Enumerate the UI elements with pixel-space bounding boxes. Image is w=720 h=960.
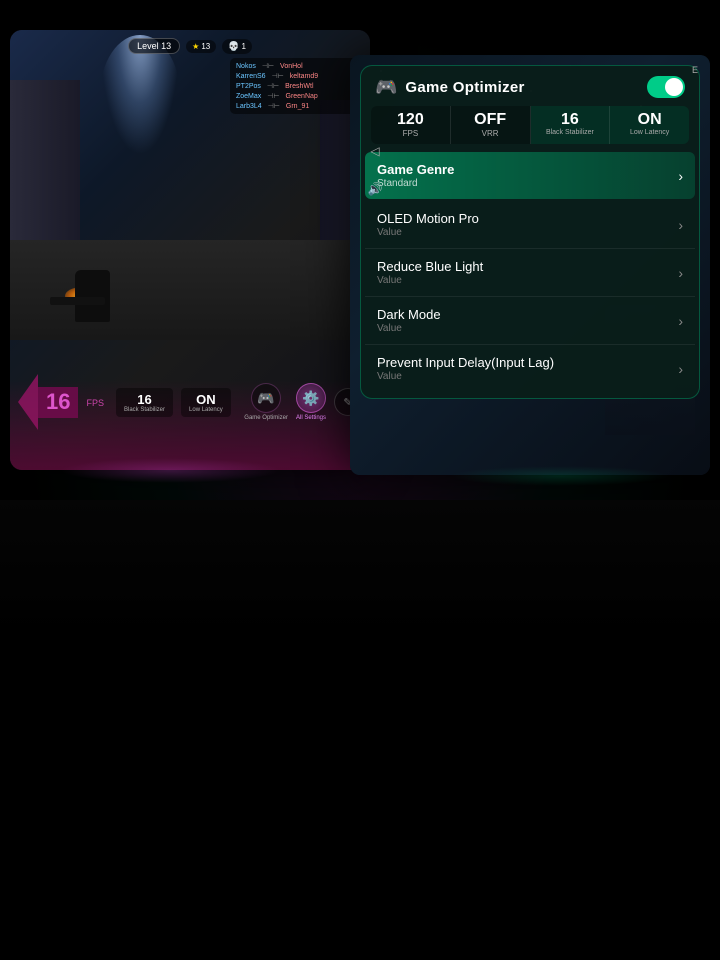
low-latency-box: ON Low Latency (181, 388, 231, 417)
optimizer-header: 🎮 Game Optimizer (361, 66, 699, 106)
menu-item-game-genre[interactable]: Game Genre Standard › (365, 152, 695, 199)
chevron-reduce-blue-light: › (678, 265, 683, 281)
menu-item-oled-motion-value: Value (377, 227, 479, 238)
menu-item-dark-mode-text: Dark Mode Value (377, 307, 441, 334)
bottom-dark-area (0, 500, 720, 960)
low-latency-value: ON (189, 392, 223, 407)
stat-black-stab-label: Black Stabilizer (535, 129, 606, 136)
stat-low-latency-label: Low Latency (614, 129, 685, 136)
team-row: Nokos⊣⊢VonHol (236, 62, 354, 70)
menu-item-reduce-blue-light-value: Value (377, 275, 483, 286)
black-stabilizer-value: 16 (124, 392, 165, 407)
toggle-switch[interactable] (647, 76, 685, 98)
chevron-game-genre: › (678, 168, 683, 184)
stat-low-latency: ON Low Latency (610, 106, 689, 144)
fps-display: 16 (18, 374, 78, 430)
nav-game-optimizer-label: Game Optimizer (244, 415, 288, 421)
menu-item-game-genre-value: Standard (377, 178, 454, 189)
menu-item-dark-mode-value: Value (377, 323, 441, 334)
chevron-oled-motion: › (678, 217, 683, 233)
menu-item-input-delay-text: Prevent Input Delay(Input Lag) Value (377, 355, 554, 382)
corner-indicator: E (692, 65, 698, 75)
hud-top: Level 13 ★ 13 💀 1 (10, 38, 370, 54)
menu-item-oled-motion-text: OLED Motion Pro Value (377, 211, 479, 238)
fps-value: 16 (46, 389, 70, 414)
low-latency-label: Low Latency (189, 407, 223, 413)
score-value: 13 (201, 42, 210, 51)
side-controls: ◁ 🔊 (364, 140, 386, 200)
optimizer-panel: 🎮 Game Optimizer 120 FPS OFF VRR 1 (360, 65, 700, 399)
nav-all-settings[interactable]: ⚙️ All Settings (296, 383, 326, 421)
nav-all-settings-label: All Settings (296, 415, 326, 421)
team-row: KarrenS6⊣⊢keltamd9 (236, 72, 354, 80)
team-row: PT2Pos⊣⊢BreshWtl (236, 82, 354, 90)
menu-item-game-genre-text: Game Genre Standard (377, 162, 454, 189)
stats-row: 120 FPS OFF VRR 16 Black Stabilizer ON L… (371, 106, 689, 144)
team-list: Nokos⊣⊢VonHol KarrenS6⊣⊢keltamd9 PT2Pos⊣… (230, 58, 360, 114)
stat-fps-value: 120 (375, 112, 446, 128)
stat-fps: 120 FPS (371, 106, 451, 144)
black-stabilizer-box: 16 Black Stabilizer (116, 388, 173, 417)
menu-item-reduce-blue-light[interactable]: Reduce Blue Light Value › (365, 249, 695, 297)
menu-item-reduce-blue-light-title: Reduce Blue Light (377, 259, 483, 274)
skull-badge: 💀 1 (222, 39, 252, 54)
stat-black-stab: 16 Black Stabilizer (531, 106, 611, 144)
stat-low-latency-value: ON (614, 112, 685, 128)
black-stabilizer-label: Black Stabilizer (124, 407, 165, 413)
side-icon-back[interactable]: ◁ (364, 140, 386, 162)
hud-bottom: 16 FPS 16 Black Stabilizer ON Low Latenc… (10, 380, 370, 470)
stat-fps-label: FPS (375, 129, 446, 138)
level-badge: Level 13 (128, 38, 180, 54)
menu-item-input-delay-value: Value (377, 371, 554, 382)
stat-vrr: OFF VRR (451, 106, 531, 144)
stat-vrr-label: VRR (455, 129, 526, 138)
score-badge: ★ 13 (186, 40, 216, 53)
stat-vrr-value: OFF (455, 112, 526, 128)
star-icon: ★ (192, 42, 199, 51)
chevron-input-delay: › (678, 361, 683, 377)
team-row: Larb3L4⊣⊢Grn_91 (236, 102, 354, 110)
skull-value: 1 (241, 42, 245, 51)
team-row: ZoeMax⊣⊢GreenNap (236, 92, 354, 100)
chevron-dark-mode: › (678, 313, 683, 329)
nav-game-optimizer[interactable]: 🎮 Game Optimizer (244, 383, 288, 421)
stat-black-stab-value: 16 (535, 112, 606, 128)
side-icon-volume[interactable]: 🔊 (364, 178, 386, 200)
optimizer-title-text: Game Optimizer (405, 79, 524, 96)
left-monitor-glow (60, 458, 280, 483)
right-monitor-glow (450, 466, 670, 486)
skull-icon: 💀 (228, 41, 239, 52)
left-monitor: Level 13 ★ 13 💀 1 Nokos⊣⊢VonHol KarrenS6… (10, 30, 370, 470)
menu-item-game-genre-title: Game Genre (377, 162, 454, 177)
menu-item-dark-mode-title: Dark Mode (377, 307, 441, 322)
menu-item-reduce-blue-light-text: Reduce Blue Light Value (377, 259, 483, 286)
fps-label-container: FPS (86, 393, 104, 411)
menu-section: Game Genre Standard › OLED Motion Pro Va… (361, 152, 699, 398)
gamepad-icon: 🎮 (375, 77, 397, 98)
menu-item-input-delay-title: Prevent Input Delay(Input Lag) (377, 355, 554, 370)
menu-item-oled-motion-title: OLED Motion Pro (377, 211, 479, 226)
optimizer-title: 🎮 Game Optimizer (375, 77, 525, 98)
menu-item-input-delay[interactable]: Prevent Input Delay(Input Lag) Value › (365, 345, 695, 392)
right-monitor: 🎮 Game Optimizer 120 FPS OFF VRR 1 (350, 55, 710, 475)
menu-item-dark-mode[interactable]: Dark Mode Value › (365, 297, 695, 345)
menu-item-oled-motion[interactable]: OLED Motion Pro Value › (365, 201, 695, 249)
level-text: Level 13 (137, 41, 171, 51)
fps-label: FPS (86, 398, 104, 408)
